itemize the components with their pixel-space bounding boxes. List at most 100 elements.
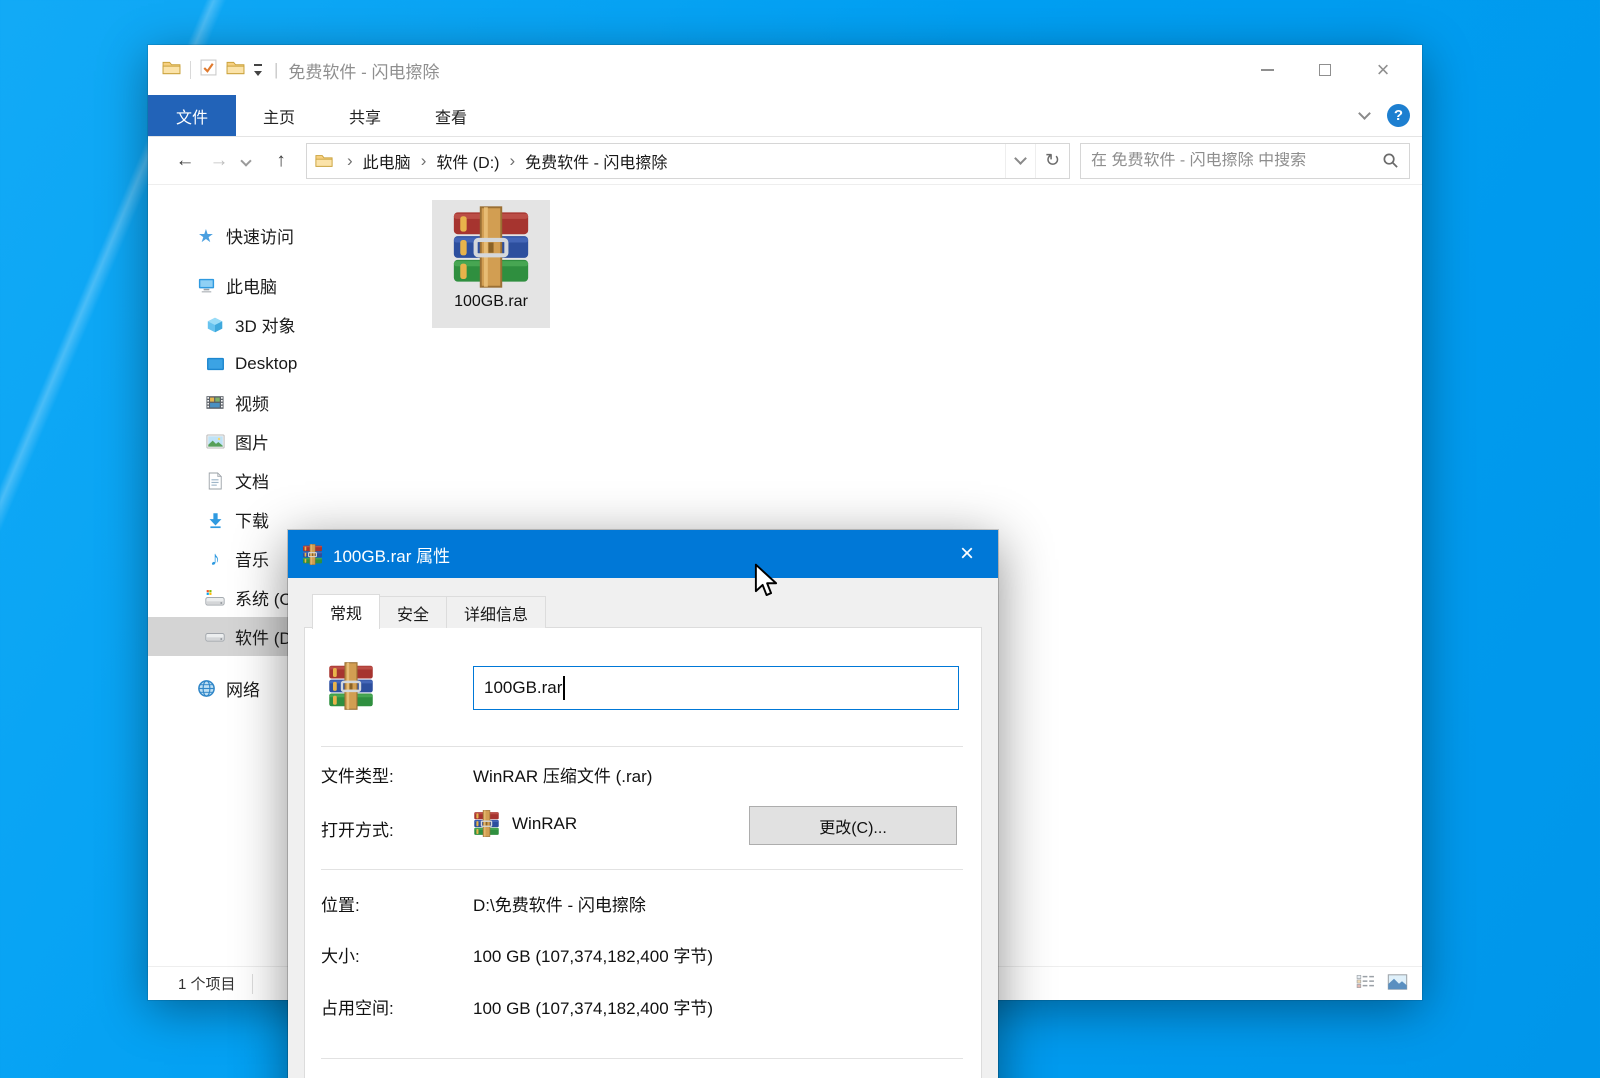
sidebar-item-pictures[interactable]: 图片 bbox=[148, 422, 420, 461]
tab-view[interactable]: 查看 bbox=[408, 95, 494, 136]
pictures-icon bbox=[205, 434, 225, 449]
filename-input[interactable]: 100GB.rar bbox=[473, 666, 959, 710]
sidebar-item-label: 文档 bbox=[235, 468, 269, 493]
details-view-button[interactable] bbox=[1356, 974, 1375, 993]
search-input[interactable] bbox=[1081, 152, 1372, 170]
new-folder-icon[interactable] bbox=[226, 60, 245, 80]
search-icon[interactable] bbox=[1372, 152, 1409, 169]
window-title: | 免费软件 - 闪电擦除 bbox=[274, 58, 440, 83]
sidebar-item-videos[interactable]: 视频 bbox=[148, 383, 420, 422]
system-drive-icon bbox=[205, 589, 225, 607]
size-label: 大小: bbox=[321, 942, 360, 967]
folder-icon[interactable] bbox=[162, 60, 181, 80]
crumb-chevron-icon[interactable]: › bbox=[503, 151, 521, 171]
quick-access-star-icon: ★ bbox=[196, 227, 216, 245]
separator: | bbox=[274, 60, 278, 80]
this-pc-icon bbox=[196, 276, 216, 295]
3d-objects-icon bbox=[205, 316, 225, 334]
thumbnail-view-button[interactable] bbox=[1387, 974, 1408, 994]
size-on-disk-label: 占用空间: bbox=[321, 994, 394, 1019]
tab-share[interactable]: 共享 bbox=[322, 95, 408, 136]
item-count: 1 个项目 bbox=[178, 973, 236, 994]
sidebar-item-desktop[interactable]: Desktop bbox=[148, 344, 420, 383]
recent-locations-icon[interactable] bbox=[240, 155, 251, 166]
crumb-chevron-icon[interactable]: › bbox=[341, 151, 359, 171]
navigation-toolbar: ← → ↑ › 此电脑 › 软件 (D:) › 免费软件 - 闪电擦除 ↻ bbox=[148, 137, 1422, 185]
address-bar[interactable]: › 此电脑 › 软件 (D:) › 免费软件 - 闪电擦除 ↻ bbox=[306, 143, 1070, 179]
data-drive-icon bbox=[205, 629, 225, 644]
documents-icon bbox=[205, 472, 225, 490]
sidebar-item-3d-objects[interactable]: 3D 对象 bbox=[148, 305, 420, 344]
open-with-label: 打开方式: bbox=[321, 816, 394, 841]
maximize-button[interactable] bbox=[1296, 50, 1354, 90]
forward-button[interactable]: → bbox=[202, 150, 236, 172]
minimize-icon bbox=[1261, 69, 1274, 71]
close-icon: × bbox=[1377, 59, 1390, 81]
up-button[interactable]: ↑ bbox=[264, 150, 298, 172]
breadcrumb-this-pc[interactable]: 此电脑 bbox=[359, 149, 415, 173]
breadcrumb-drive-d[interactable]: 软件 (D:) bbox=[432, 149, 503, 173]
sidebar-item-label: 音乐 bbox=[235, 546, 269, 571]
search-box bbox=[1080, 143, 1410, 179]
dialog-tabs: 常规 安全 详细信息 bbox=[312, 594, 982, 628]
winrar-archive-icon bbox=[450, 206, 532, 288]
size-on-disk-value: 100 GB (107,374,182,400 字节) bbox=[473, 994, 713, 1019]
close-button[interactable]: × bbox=[1354, 50, 1412, 90]
dialog-title-bar: 100GB.rar 属性 × bbox=[288, 530, 998, 578]
customize-qat-dropdown-icon[interactable] bbox=[254, 64, 262, 76]
ribbon-tabs: 文件 主页 共享 查看 ? bbox=[148, 95, 1422, 137]
tab-details[interactable]: 详细信息 bbox=[446, 596, 546, 628]
location-value: D:\免费软件 - 闪电擦除 bbox=[473, 891, 646, 916]
tab-home[interactable]: 主页 bbox=[236, 95, 322, 136]
separator bbox=[190, 61, 191, 79]
tab-general[interactable]: 常规 bbox=[312, 594, 380, 629]
size-value: 100 GB (107,374,182,400 字节) bbox=[473, 942, 713, 967]
sidebar-item-label: 下载 bbox=[235, 507, 269, 532]
sidebar-item-label: 网络 bbox=[226, 676, 260, 701]
tab-security[interactable]: 安全 bbox=[379, 596, 447, 628]
sidebar-item-this-pc[interactable]: 此电脑 bbox=[148, 266, 420, 305]
videos-icon bbox=[205, 395, 225, 410]
back-button[interactable]: ← bbox=[168, 150, 202, 172]
change-button[interactable]: 更改(C)... bbox=[749, 806, 957, 845]
winrar-icon bbox=[302, 544, 323, 565]
file-item-100gb-rar[interactable]: 100GB.rar bbox=[432, 200, 550, 328]
sidebar-item-label: 图片 bbox=[235, 429, 269, 454]
winrar-app-icon bbox=[473, 810, 500, 837]
location-label: 位置: bbox=[321, 891, 360, 916]
open-with-value: WinRAR bbox=[473, 810, 577, 837]
folder-icon bbox=[315, 153, 333, 168]
sidebar-item-label: 视频 bbox=[235, 390, 269, 415]
address-dropdown-icon[interactable] bbox=[1005, 144, 1035, 178]
collapse-ribbon-icon[interactable] bbox=[1358, 107, 1371, 120]
separator bbox=[321, 869, 963, 870]
quick-access-toolbar bbox=[162, 59, 262, 81]
sidebar-item-label: 3D 对象 bbox=[235, 312, 295, 337]
sidebar-item-quick-access[interactable]: ★ 快速访问 bbox=[148, 216, 420, 255]
minimize-button[interactable] bbox=[1238, 50, 1296, 90]
winrar-file-icon bbox=[327, 662, 375, 710]
dialog-title: 100GB.rar 属性 bbox=[333, 542, 450, 567]
help-icon[interactable]: ? bbox=[1387, 104, 1410, 127]
breadcrumb-current-folder[interactable]: 免费软件 - 闪电擦除 bbox=[521, 149, 671, 173]
refresh-button[interactable]: ↻ bbox=[1035, 144, 1069, 178]
general-tab-panel: 100GB.rar 文件类型: WinRAR 压缩文件 (.rar) 打开方式:… bbox=[304, 627, 982, 1078]
downloads-icon bbox=[205, 511, 225, 529]
sidebar-item-label: 此电脑 bbox=[226, 273, 277, 298]
music-icon: ♪ bbox=[205, 549, 225, 569]
crumb-chevron-icon[interactable]: › bbox=[415, 151, 433, 171]
file-type-value: WinRAR 压缩文件 (.rar) bbox=[473, 762, 652, 787]
maximize-icon bbox=[1319, 64, 1331, 76]
file-type-label: 文件类型: bbox=[321, 762, 394, 787]
sidebar-item-documents[interactable]: 文档 bbox=[148, 461, 420, 500]
properties-check-icon[interactable] bbox=[200, 59, 217, 81]
separator bbox=[321, 746, 963, 747]
network-icon bbox=[196, 679, 216, 698]
file-name-label: 100GB.rar bbox=[454, 293, 528, 311]
dialog-close-button[interactable]: × bbox=[950, 542, 984, 566]
separator bbox=[252, 974, 253, 994]
tab-file[interactable]: 文件 bbox=[148, 95, 236, 136]
separator bbox=[321, 1058, 963, 1059]
desktop-icon bbox=[205, 356, 225, 372]
properties-dialog: 100GB.rar 属性 × 常规 安全 详细信息 100GB.rar 文件类型… bbox=[288, 530, 998, 1078]
